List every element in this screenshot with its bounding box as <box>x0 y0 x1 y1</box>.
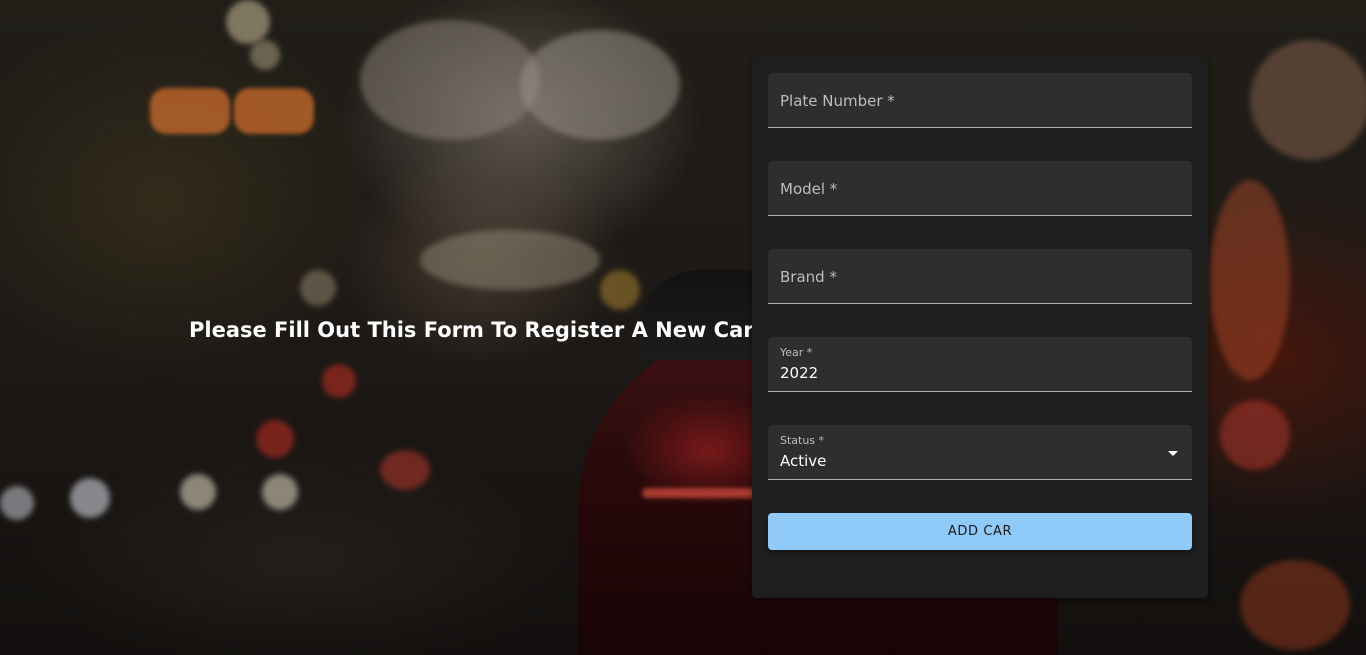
caret-down-icon[interactable] <box>1168 451 1178 456</box>
status-value: Active <box>780 452 827 470</box>
year-field[interactable]: Year * 2022 <box>768 337 1192 392</box>
model-label: Model * <box>780 180 838 198</box>
year-value: 2022 <box>780 364 819 382</box>
year-label: Year * <box>780 346 813 359</box>
add-car-button[interactable]: ADD CAR <box>768 513 1192 550</box>
brand-label: Brand * <box>780 268 837 286</box>
status-label: Status * <box>780 434 825 447</box>
page-headline: Please Fill Out This Form To Register A … <box>189 318 754 342</box>
plate-number-field[interactable]: Plate Number * <box>768 73 1192 128</box>
plate-number-label: Plate Number * <box>780 92 895 110</box>
model-field[interactable]: Model * <box>768 161 1192 216</box>
brand-field[interactable]: Brand * <box>768 249 1192 304</box>
register-car-form: Plate Number * Model * Brand * Year * 20… <box>752 57 1208 598</box>
status-select[interactable]: Status * Active <box>768 425 1192 480</box>
